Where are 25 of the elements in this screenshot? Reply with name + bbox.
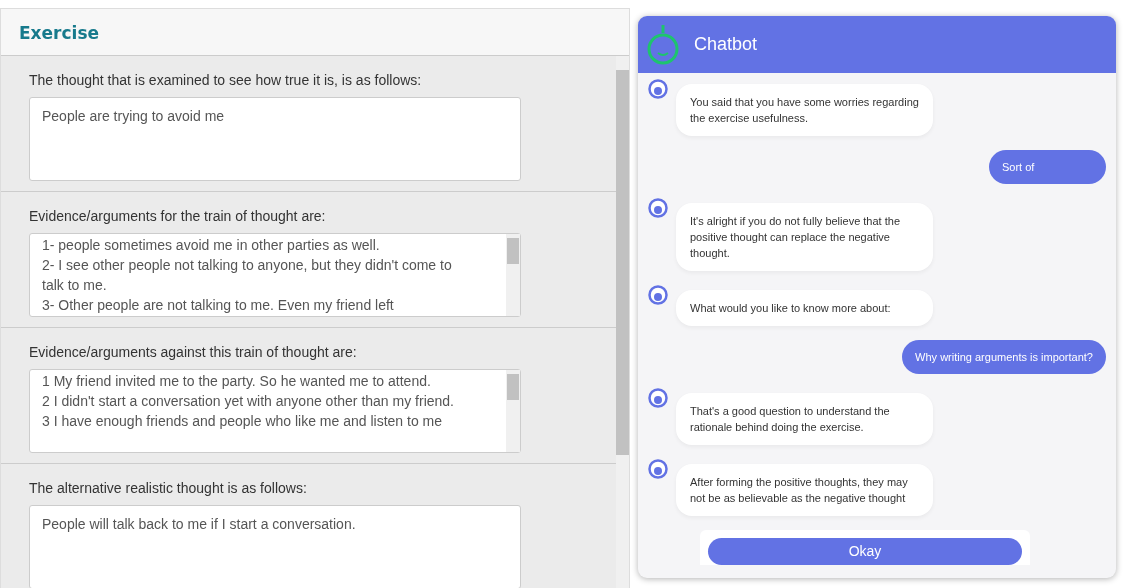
- chat-title: Chatbot: [694, 33, 758, 56]
- scrollbar[interactable]: [616, 56, 629, 588]
- bot-avatar-icon: [648, 79, 668, 99]
- question-label: Evidence/arguments against this train of thought are:: [29, 343, 358, 362]
- answer-field[interactable]: People are trying to avoid me: [29, 97, 521, 181]
- bot-message: That's a good question to understand the rationale behind doing the exercise.: [676, 393, 933, 445]
- answer-field[interactable]: People will talk back to me if I start a conversation.: [29, 505, 521, 588]
- user-message: Sort of: [989, 150, 1106, 184]
- bot-avatar-icon: [648, 285, 668, 305]
- robot-icon: [646, 24, 680, 65]
- bot-message: What would you like to know more about:: [676, 290, 933, 326]
- bot-avatar-icon: [648, 388, 668, 408]
- question-label: The thought that is examined to see how true it is, is as follows:: [29, 71, 423, 90]
- question-label: The alternative realistic thought is as follows:: [29, 479, 308, 498]
- bot-message: You said that you have some worries regarding the exercise usefulness.: [676, 84, 933, 136]
- bot-message: It's alright if you do not fully believe that the positive thought can replace the negative thought.: [676, 203, 933, 271]
- bot-avatar-icon: [648, 459, 668, 479]
- bot-avatar-icon: [648, 198, 668, 218]
- okay-button[interactable]: Okay: [708, 538, 1022, 565]
- answer-field[interactable]: 1 My friend invited me to the party. So he wanted me to attend. 2 I didn't start a conversation yet with anyone other than my friend. 3 I have enough friends and people who like me and listen to me: [29, 369, 521, 453]
- bot-message: After forming the positive thoughts, they may not be as believable as the negative thought: [676, 464, 933, 516]
- answer-field[interactable]: 1- people sometimes avoid me in other parties as well. 2- I see other people not talking to anyone, but they didn't come to talk to me. 3- Other people are not talking to me. Even my friend left: [29, 233, 521, 317]
- panel-title: Exercise: [19, 23, 100, 43]
- user-message: Why writing arguments is important?: [902, 340, 1106, 374]
- question-label: Evidence/arguments for the train of thought are:: [29, 207, 327, 226]
